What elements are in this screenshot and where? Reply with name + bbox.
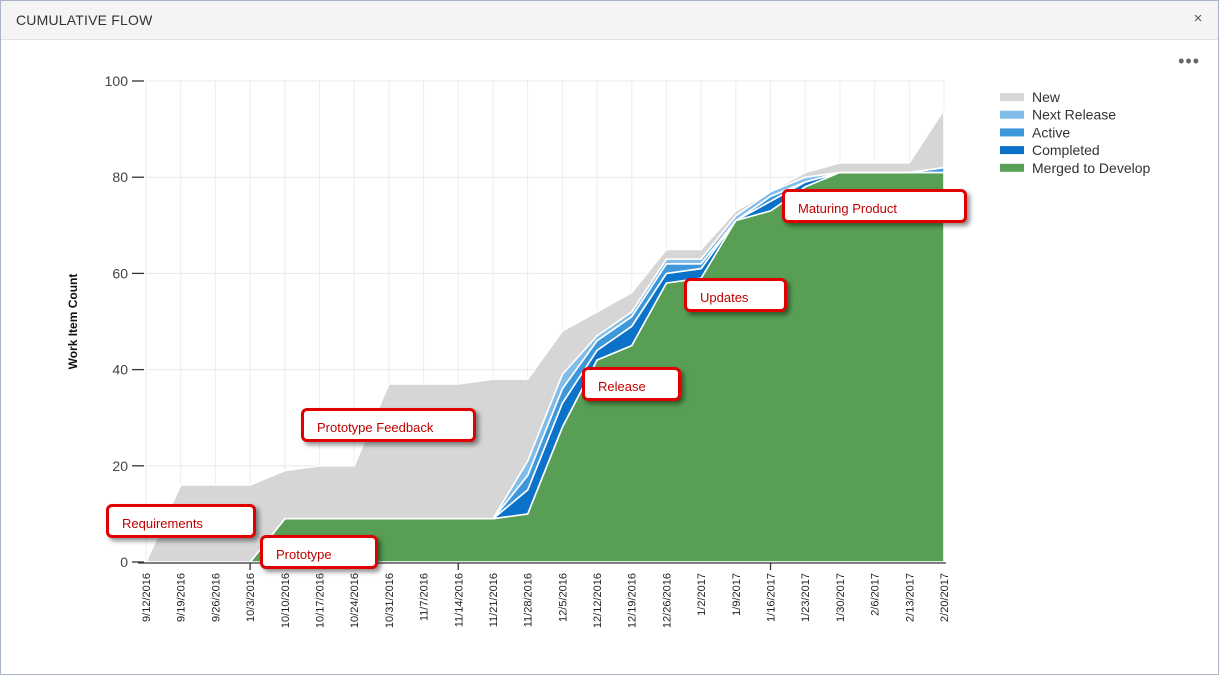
annotation-updates: Updates [684,278,787,312]
y-tick-label: 40 [112,362,128,378]
legend-label: Completed [1032,142,1100,158]
x-tick-label: 9/26/2016 [210,573,222,622]
x-tick-label: 12/26/2016 [661,573,673,628]
legend-label: Next Release [1032,107,1116,123]
legend-label: Active [1032,124,1070,140]
x-tick-label: 9/19/2016 [176,573,188,622]
y-tick-label: 20 [112,458,128,474]
x-tick-label: 11/28/2016 [523,573,535,627]
x-tick-label: 10/31/2016 [384,573,396,628]
y-axis: 0 20 40 60 80 100 Work Item Count [66,73,144,570]
series-areas [145,109,945,563]
x-tick-label: 1/2/2017 [696,573,708,616]
annotation-prototype: Prototype [260,535,378,569]
x-tick-label: 2/20/2017 [939,573,951,622]
x-tick-label: 11/14/2016 [453,573,465,627]
x-tick-label: 10/3/2016 [245,573,257,622]
legend-swatch [1000,128,1024,137]
y-axis-label: Work Item Count [66,274,80,370]
cumulative-flow-chart: 0 20 40 60 80 100 Work Item Count 9/12/2016 9/19… [66,73,1151,628]
legend-label: Merged to Develop [1032,160,1151,176]
y-tick-label: 60 [112,265,128,281]
x-tick-label: 9/12/2016 [141,573,153,622]
annotation-prototype-feedback: Prototype Feedback [301,408,476,442]
x-tick-label: 10/24/2016 [349,573,361,628]
x-tick-label: 10/17/2016 [314,573,326,628]
x-tick-label: 12/5/2016 [557,573,569,622]
annotation-maturing-product: Maturing Product [782,189,967,223]
legend: New Next ReleaseActive Completed Merged to … [1000,89,1151,176]
x-axis: 9/12/2016 9/19/2016 9/26/2016 10/3/2016 10/1… [138,562,951,628]
x-tick-label: 11/7/2016 [419,573,431,621]
x-tick-label: 12/12/2016 [592,573,604,628]
x-tick-label: 1/9/2017 [731,573,743,616]
x-tick-label: 1/16/2017 [766,573,778,622]
y-tick-label: 0 [120,554,128,570]
annotation-requirements: Requirements [106,504,256,538]
legend-swatch [1000,110,1024,119]
x-tick-label: 12/19/2016 [627,573,639,628]
x-tick-label: 10/10/2016 [280,573,292,628]
y-tick-label: 100 [105,73,129,89]
legend-swatch [1000,163,1024,172]
y-tick-label: 80 [112,169,128,185]
x-tick-label: 1/30/2017 [835,573,847,622]
x-tick-label: 11/21/2016 [488,573,500,627]
x-tick-label: 2/13/2017 [904,573,916,622]
legend-swatch [1000,146,1024,155]
legend-label: New [1032,89,1061,105]
legend-swatch [1000,93,1024,101]
annotation-release: Release [582,367,681,401]
x-tick-label: 2/6/2017 [870,573,882,616]
x-tick-label: 1/23/2017 [800,573,812,622]
